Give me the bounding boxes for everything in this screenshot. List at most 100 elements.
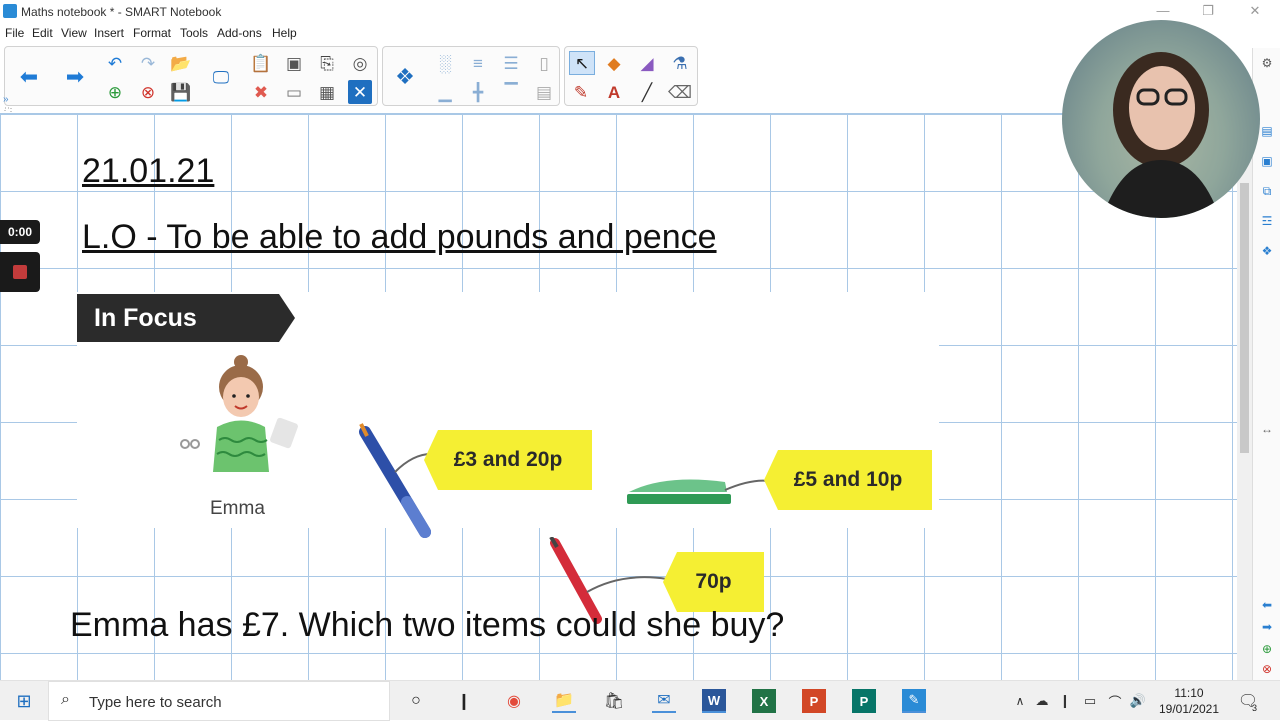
in-focus-label: In Focus — [94, 304, 197, 332]
toolbar-group-tools: ↖ ◆ ◢ ⚗ ✎ A ╱ ⌫ — [564, 46, 698, 106]
document-camera-icon[interactable]: ⎘ — [315, 51, 339, 75]
minimize-icon[interactable]: — — [1153, 3, 1173, 18]
start-icon[interactable]: ⊞ — [12, 689, 36, 713]
system-clock[interactable]: 11:10 19/01/2021 — [1150, 685, 1228, 717]
display-icon[interactable]: ▭ — [282, 80, 306, 104]
wifi-icon[interactable]: ⌒ — [1103, 689, 1127, 713]
smart-notebook-app-icon — [3, 4, 17, 18]
page-sorter-icon[interactable]: ▤ — [1258, 122, 1276, 140]
delete-page-side-icon[interactable]: ⊗ — [1258, 660, 1276, 678]
file-explorer-icon[interactable]: 📁 — [552, 689, 576, 713]
pencil-price-tag: 70p — [663, 552, 764, 612]
response-icon[interactable]: ◎ — [348, 51, 372, 75]
menu-addons[interactable]: Add-ons — [217, 26, 262, 40]
publisher-icon[interactable]: P — [852, 689, 876, 713]
show-hidden-icons-icon[interactable]: ∧ — [1008, 689, 1032, 713]
resize-icon[interactable]: ↔ — [1258, 420, 1276, 438]
align-middle-icon[interactable]: ╋ — [466, 80, 490, 104]
presenter-image — [1102, 52, 1220, 218]
pens-icon[interactable]: ✎ — [569, 80, 593, 104]
fullscreen-icon[interactable]: ✕ — [348, 80, 372, 104]
emma-caption: Emma — [210, 498, 265, 519]
menu-view[interactable]: View — [61, 26, 87, 40]
record-button[interactable] — [0, 252, 40, 292]
text-icon[interactable]: A — [602, 80, 626, 104]
notifications-count: 3 — [1252, 703, 1258, 713]
smart-notebook-taskbar-icon[interactable]: ✎ — [902, 689, 926, 713]
open-folder-icon[interactable]: 📂 — [169, 51, 193, 75]
back-icon[interactable]: ⬅ — [17, 65, 41, 89]
menu-help[interactable]: Help — [272, 26, 297, 40]
shapes-icon[interactable]: ◆ — [602, 51, 626, 75]
word-icon[interactable]: W — [702, 689, 726, 713]
svg-text:»: » — [3, 94, 9, 105]
add-page-side-icon[interactable]: ⊕ — [1258, 640, 1276, 658]
redo-icon[interactable]: ↷ — [136, 51, 160, 75]
screen-shade-icon[interactable]: 🖵 — [209, 65, 233, 89]
clock-date: 19/01/2021 — [1158, 702, 1220, 716]
next-page-icon[interactable]: ➡ — [1258, 618, 1276, 636]
save-icon[interactable]: 💾 — [169, 80, 193, 104]
properties-icon[interactable]: ☲ — [1258, 212, 1276, 230]
gear-icon[interactable]: ⚙ — [1258, 54, 1276, 72]
microphone-icon[interactable]: ❙ — [1053, 689, 1077, 713]
search-placeholder: Type here to search — [89, 694, 222, 711]
paste-icon[interactable]: 📋 — [249, 51, 273, 75]
cortana-icon[interactable]: ○ — [404, 689, 428, 713]
restore-icon[interactable]: ❐ — [1198, 3, 1218, 19]
close-icon[interactable]: ✕ — [1245, 3, 1265, 19]
question-text: Emma has £7. Which two items could she b… — [70, 606, 785, 644]
store-icon[interactable]: 🛍 — [602, 689, 626, 713]
learning-objective: L.O - To be able to add pounds and pence — [82, 218, 717, 256]
add-page-icon[interactable]: ⊕ — [103, 80, 127, 104]
addons-icon[interactable]: ❖ — [393, 65, 417, 89]
notebook-page[interactable]: 21.01.21 L.O - To be able to add pounds … — [0, 113, 1237, 680]
group-icon[interactable]: ▤ — [532, 80, 556, 104]
line-icon[interactable]: ╱ — [635, 80, 659, 104]
menu-edit[interactable]: Edit — [32, 26, 53, 40]
table-icon[interactable]: ▦ — [315, 80, 339, 104]
forward-icon[interactable]: ➡ — [63, 65, 87, 89]
align-center-icon[interactable]: ≡ — [466, 51, 490, 75]
screen-capture-icon[interactable]: ▣ — [282, 51, 306, 75]
powerpoint-icon[interactable]: P — [802, 689, 826, 713]
magic-pen-icon[interactable]: ◢ — [635, 51, 659, 75]
attachments-icon[interactable]: ⧉ — [1258, 182, 1276, 200]
menu-format[interactable]: Format — [133, 26, 171, 40]
taskbar: ⊞ ⌕ Type here to search ○ ❙ ◉ 📁 🛍 ✉ W X … — [0, 680, 1280, 721]
undo-icon[interactable]: ↶ — [103, 51, 127, 75]
menu-tools[interactable]: Tools — [180, 26, 208, 40]
menu-file[interactable]: File — [5, 26, 24, 40]
gallery-icon[interactable]: ▣ — [1258, 152, 1276, 170]
menu-insert[interactable]: Insert — [94, 26, 124, 40]
eraser-icon[interactable]: ⌫ — [668, 80, 692, 104]
task-view-icon[interactable]: ❙ — [452, 689, 476, 713]
in-focus-image[interactable]: In Focus Emma £3 and 20p £5 and 10p 70p — [77, 292, 939, 624]
taskbar-search[interactable]: ⌕ Type here to search — [48, 681, 390, 721]
vertical-scrollbar[interactable] — [1237, 113, 1252, 680]
align-right-icon[interactable]: ☰ — [499, 51, 523, 75]
stapler-illustration — [627, 479, 776, 504]
select-icon[interactable]: ↖ — [569, 51, 595, 75]
page-date: 21.01.21 — [82, 152, 215, 190]
menu-bar: File Edit View Insert Format Tools Add-o… — [0, 24, 1280, 42]
fill-icon[interactable]: ⚗ — [668, 51, 692, 75]
volume-icon[interactable]: 🔊 — [1126, 689, 1150, 713]
chrome-icon[interactable]: ◉ — [502, 689, 526, 713]
onedrive-icon[interactable]: ☁ — [1030, 689, 1054, 713]
previous-page-icon[interactable]: ⬅ — [1258, 596, 1276, 614]
align-bottom-icon[interactable]: ▁ — [433, 80, 457, 104]
bring-forward-icon[interactable]: ░ — [433, 51, 457, 75]
addons-tab-icon[interactable]: ❖ — [1258, 242, 1276, 260]
scrollbar-thumb[interactable] — [1240, 183, 1249, 453]
window-title: Maths notebook * - SMART Notebook — [21, 5, 222, 19]
delete-page-icon[interactable]: ⊗ — [136, 80, 160, 104]
align-top-icon[interactable]: ▔ — [499, 80, 523, 104]
webcam-overlay — [1062, 20, 1260, 218]
battery-icon[interactable]: ▭ — [1078, 689, 1102, 713]
emma-illustration — [180, 355, 298, 472]
distribute-icon[interactable]: ▯ — [532, 51, 556, 75]
mail-icon[interactable]: ✉ — [652, 689, 676, 713]
delete-icon[interactable]: ✖ — [249, 80, 273, 104]
excel-icon[interactable]: X — [752, 689, 776, 713]
